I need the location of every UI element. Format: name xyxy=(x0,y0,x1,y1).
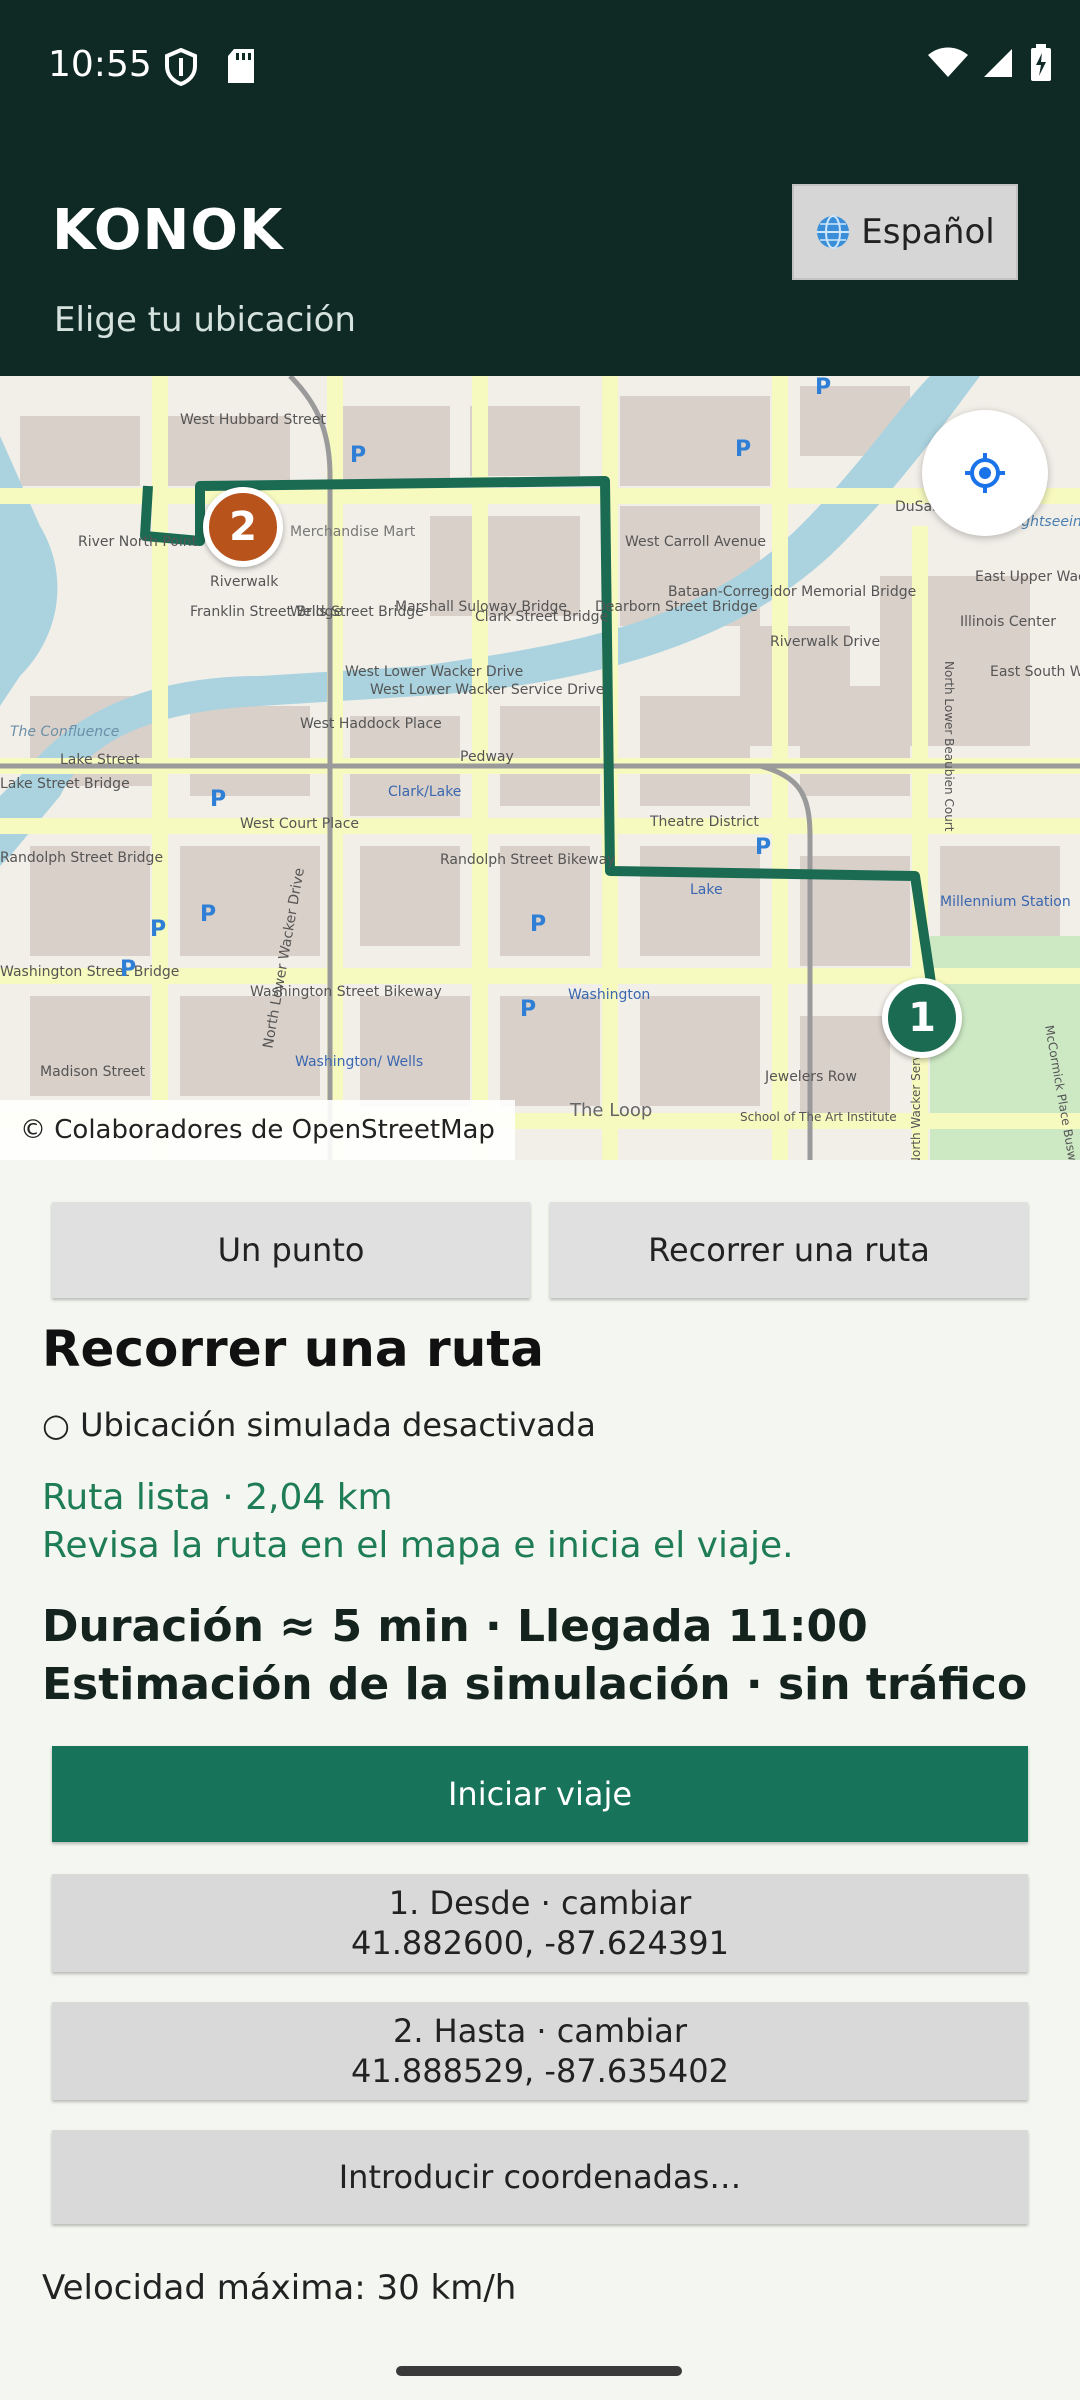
signal-icon xyxy=(984,49,1012,77)
map-attribution[interactable]: © Colaboradores de OpenStreetMap xyxy=(0,1100,515,1160)
route-end-marker[interactable]: 2 xyxy=(203,487,283,567)
label-randolph-bikeway: Randolph Street Bikeway xyxy=(440,852,615,868)
simulation-status: ○ Ubicación simulada desactivada xyxy=(42,1406,596,1444)
globe-icon xyxy=(817,215,850,249)
label-lake-street: Lake Street xyxy=(60,752,140,768)
label-dearborn-bridge: Dearborn Street Bridge xyxy=(595,599,758,615)
section-title: Recorrer una ruta xyxy=(42,1320,544,1378)
battery-charging-icon xyxy=(1031,44,1051,81)
label-lake-bridge: Lake Street Bridge xyxy=(0,776,130,792)
label-east-upper-wacker: East Upper Wacker xyxy=(975,569,1080,585)
svg-text:P: P xyxy=(735,437,751,462)
route-end-marker-label: 2 xyxy=(229,504,257,550)
svg-text:P: P xyxy=(200,902,216,927)
my-location-button[interactable] xyxy=(922,410,1048,536)
label-beaubien: North Lower Beaubien Court xyxy=(942,661,956,832)
label-clark-lake: Clark/Lake xyxy=(388,784,461,800)
label-bataan: Bataan-Corregidor Memorial Bridge xyxy=(668,584,916,600)
to-coords: 41.888529, -87.635402 xyxy=(351,2052,729,2090)
label-confluence: The Confluence xyxy=(10,724,119,740)
single-point-mode-button[interactable]: Un punto xyxy=(52,1202,530,1298)
svg-text:P: P xyxy=(530,912,546,937)
app-header: 10:55 KONOK Elige tu ubicación Español xyxy=(0,0,1080,376)
label-carroll: West Carroll Avenue xyxy=(625,534,766,550)
gesture-nav-bar[interactable] xyxy=(396,2366,682,2376)
label-illinois-center: Illinois Center xyxy=(960,614,1056,630)
eta-note: Estimación de la simulación · sin tráfic… xyxy=(42,1659,1028,1710)
app-subtitle: Elige tu ubicación xyxy=(54,300,356,340)
eta-duration: Duración ≈ 5 min · Llegada 11:00 xyxy=(42,1601,868,1652)
label-river-north: River North Point xyxy=(78,534,198,550)
label-washington-wells: Washington/ Wells xyxy=(295,1054,423,1070)
label-merchandise-mart: Merchandise Mart xyxy=(290,524,416,540)
eta-summary: Duración ≈ 5 min · Llegada 11:00 Estimac… xyxy=(42,1598,1027,1714)
route-start-marker-label: 1 xyxy=(908,995,936,1041)
label-court-place: West Court Place xyxy=(240,816,359,832)
to-point-button[interactable]: 2. Hasta · cambiar 41.888529, -87.635402 xyxy=(52,2002,1028,2100)
enter-coordinates-button[interactable]: Introducir coordenadas… xyxy=(52,2130,1028,2224)
svg-text:P: P xyxy=(520,997,536,1022)
label-theatre: Theatre District xyxy=(649,814,759,830)
label-washington-bridge: Washington Street Bridge xyxy=(0,964,179,980)
label-lower-wacker: West Lower Wacker Drive xyxy=(345,664,523,680)
enter-coordinates-label: Introducir coordenadas… xyxy=(338,2158,742,2196)
shield-icon xyxy=(165,48,197,86)
label-west-hubbard: West Hubbard Street xyxy=(180,412,327,428)
label-millennium: Millennium Station xyxy=(940,894,1071,910)
label-art-institute: School of The Art Institute xyxy=(740,1110,897,1124)
label-riverwalk: Riverwalk xyxy=(210,574,279,590)
label-randolph-bridge: Randolph Street Bridge xyxy=(0,850,163,866)
sd-card-icon xyxy=(228,49,254,83)
label-madison: Madison Street xyxy=(40,1064,146,1080)
label-jewelers: Jewelers Row xyxy=(764,1069,857,1085)
language-button[interactable]: Español xyxy=(792,184,1018,280)
start-trip-button[interactable]: Iniciar viaje xyxy=(52,1746,1028,1842)
app-title: KONOK xyxy=(52,198,284,263)
max-speed-label: Velocidad máxima: 30 km/h xyxy=(42,2268,517,2308)
status-time: 10:55 xyxy=(48,44,152,85)
label-lower-wacker-service: West Lower Wacker Service Drive xyxy=(370,682,604,698)
status-bar: 10:55 xyxy=(0,0,1080,132)
route-info: Ruta lista · 2,04 km Revisa la ruta en e… xyxy=(42,1474,794,1570)
label-lake: Lake xyxy=(690,882,723,898)
crosshair-icon xyxy=(965,453,1005,493)
svg-text:P: P xyxy=(350,443,366,468)
svg-text:P: P xyxy=(755,835,771,860)
label-riverwalk-drive: Riverwalk Drive xyxy=(770,634,880,650)
label-washington: Washington xyxy=(568,987,650,1003)
label-the-loop: The Loop xyxy=(569,1100,652,1121)
map-view[interactable]: West Hubbard Street Merchandise Mart Riv… xyxy=(0,376,1080,1160)
label-haddock: West Haddock Place xyxy=(300,716,442,732)
from-coords: 41.882600, -87.624391 xyxy=(351,1924,729,1962)
route-start-marker[interactable]: 1 xyxy=(882,978,962,1058)
wifi-icon xyxy=(928,47,968,77)
svg-text:P: P xyxy=(150,917,166,942)
label-east-south-wacker: East South Wac xyxy=(990,664,1080,680)
route-hint-text: Revisa la ruta en el mapa e inicia el vi… xyxy=(42,1525,794,1566)
svg-text:P: P xyxy=(815,376,831,400)
to-label: 2. Hasta · cambiar xyxy=(392,2012,688,2050)
from-point-button[interactable]: 1. Desde · cambiar 41.882600, -87.624391 xyxy=(52,1874,1028,1972)
label-clark-bridge: Clark Street Bridge xyxy=(475,609,608,625)
from-label: 1. Desde · cambiar xyxy=(388,1884,692,1922)
svg-text:P: P xyxy=(120,957,136,982)
status-icons xyxy=(928,44,1052,82)
language-label: Español xyxy=(861,212,995,252)
route-ready-text: Ruta lista · 2,04 km xyxy=(42,1477,393,1518)
svg-text:P: P xyxy=(210,787,226,812)
label-pedway: Pedway xyxy=(460,749,514,765)
route-mode-button[interactable]: Recorrer una ruta xyxy=(550,1202,1028,1298)
